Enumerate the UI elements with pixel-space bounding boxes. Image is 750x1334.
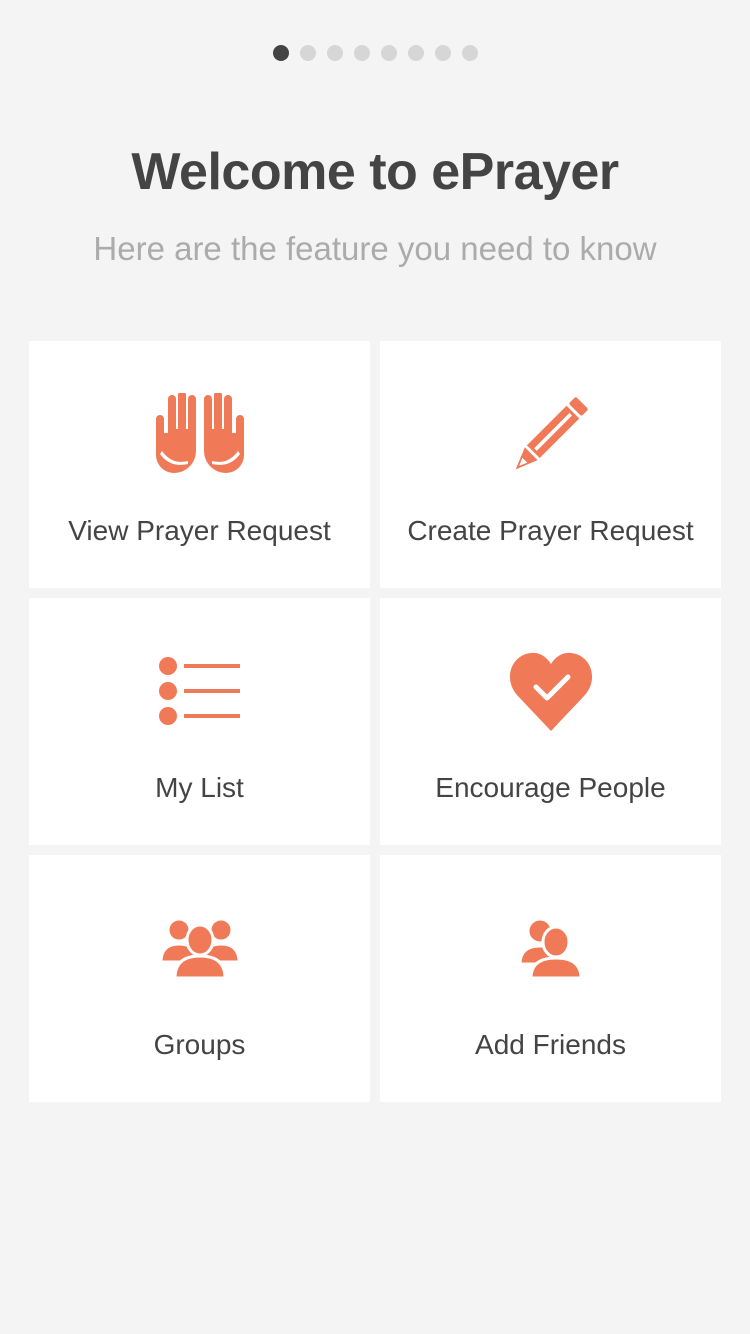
feature-grid: View Prayer Request Create Prayer Reques… <box>29 341 721 1102</box>
page-dot[interactable] <box>353 45 370 61</box>
page-dot[interactable] <box>326 45 343 61</box>
page-dot[interactable] <box>380 45 397 61</box>
list-icon <box>29 646 370 736</box>
page-dot[interactable] <box>299 45 316 61</box>
page-dot[interactable] <box>434 45 451 61</box>
praying-hands-icon <box>29 389 370 479</box>
friends-icon <box>380 903 721 993</box>
pencil-icon <box>380 389 721 479</box>
feature-label: Add Friends <box>475 1029 626 1060</box>
feature-card-groups[interactable]: Groups <box>29 855 370 1102</box>
page-dot[interactable] <box>407 45 424 61</box>
feature-card-my-list[interactable]: My List <box>29 598 370 845</box>
feature-label: Encourage People <box>435 772 666 803</box>
feature-card-add-friends[interactable]: Add Friends <box>380 855 721 1102</box>
feature-label: My List <box>155 772 244 803</box>
page-dot[interactable] <box>461 45 478 61</box>
page-subtitle: Here are the feature you need to know <box>93 230 657 267</box>
feature-card-create-prayer-request[interactable]: Create Prayer Request <box>380 341 721 588</box>
feature-label: Create Prayer Request <box>407 515 694 546</box>
feature-card-view-prayer-request[interactable]: View Prayer Request <box>29 341 370 588</box>
group-icon <box>29 903 370 993</box>
heart-check-icon <box>380 646 721 736</box>
feature-label: Groups <box>153 1029 246 1060</box>
page-indicator <box>0 44 750 62</box>
feature-card-encourage-people[interactable]: Encourage People <box>380 598 721 845</box>
feature-label: View Prayer Request <box>68 515 331 546</box>
page-title: Welcome to ePrayer <box>131 143 619 201</box>
page-dot[interactable] <box>272 45 289 61</box>
